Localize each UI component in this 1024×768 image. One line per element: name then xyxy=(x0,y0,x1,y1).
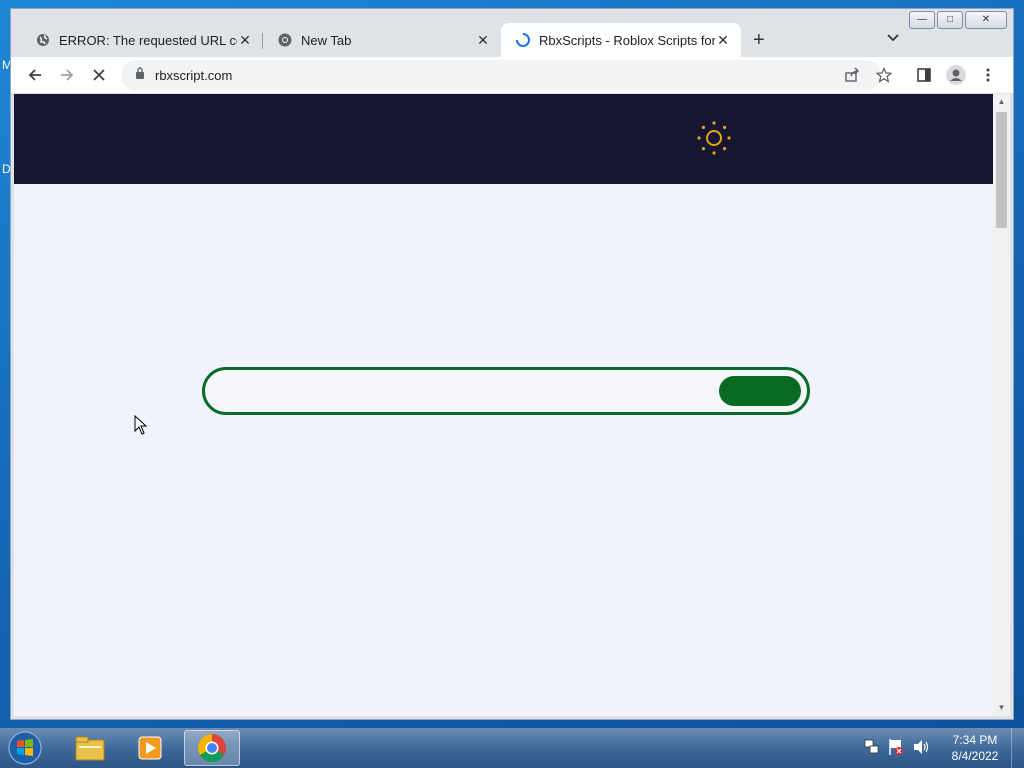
bookmark-star-icon[interactable] xyxy=(872,63,896,87)
tab-title: RbxScripts - Roblox Scripts for ev xyxy=(539,32,715,48)
close-tab-icon[interactable]: ✕ xyxy=(237,32,253,49)
page-viewport xyxy=(14,94,994,716)
tab-title: ERROR: The requested URL could xyxy=(59,32,237,48)
file-explorer-icon[interactable] xyxy=(62,730,118,766)
share-icon[interactable] xyxy=(840,63,864,87)
theme-toggle-sun-icon[interactable] xyxy=(696,120,732,156)
loading-spinner-icon xyxy=(515,32,531,48)
more-menu-icon[interactable] xyxy=(976,63,1000,87)
tab-new-tab[interactable]: New Tab ✕ xyxy=(263,23,501,57)
chrome-taskbar-icon[interactable] xyxy=(184,730,240,766)
show-desktop-button[interactable] xyxy=(1011,728,1024,768)
tab-error[interactable]: ERROR: The requested URL could ✕ xyxy=(21,23,263,57)
chrome-icon xyxy=(277,32,293,48)
clock-time: 7:34 PM xyxy=(952,733,998,747)
site-header xyxy=(14,94,994,184)
action-center-flag-icon[interactable] xyxy=(888,738,904,761)
system-tray xyxy=(864,738,930,761)
mouse-cursor-icon xyxy=(134,414,148,440)
scrollbar-thumb[interactable] xyxy=(996,112,1007,228)
tab-search-icon[interactable] xyxy=(887,31,899,45)
taskbar: 7:34 PM 8/4/2022 xyxy=(0,728,1024,768)
address-bar[interactable]: rbxscript.com xyxy=(121,60,881,90)
network-icon[interactable] xyxy=(864,738,880,761)
profile-avatar-icon[interactable] xyxy=(944,63,968,87)
clock-date: 8/4/2022 xyxy=(951,749,999,763)
browser-window: — □ ✕ ERROR: The requested URL could ✕ N… xyxy=(10,8,1014,720)
taskbar-clock[interactable]: 7:34 PM 8/4/2022 xyxy=(940,732,1010,764)
lock-icon[interactable] xyxy=(135,66,145,84)
windows-start-icon[interactable] xyxy=(6,730,44,766)
tab-title: New Tab xyxy=(301,32,352,48)
volume-icon[interactable] xyxy=(912,738,930,761)
vertical-scrollbar[interactable]: ▲ ▼ xyxy=(993,94,1010,716)
tab-strip: ERROR: The requested URL could ✕ New Tab… xyxy=(11,23,1013,57)
loading-bar xyxy=(202,367,810,415)
tab-rbxscripts[interactable]: RbxScripts - Roblox Scripts for ev ✕ xyxy=(501,23,741,57)
browser-toolbar: rbxscript.com xyxy=(11,57,1013,93)
scroll-down-arrow-icon[interactable]: ▼ xyxy=(993,700,1010,716)
new-tab-button[interactable]: + xyxy=(753,29,765,52)
forward-icon[interactable] xyxy=(55,63,79,87)
media-player-icon[interactable] xyxy=(122,730,178,766)
back-icon[interactable] xyxy=(23,63,47,87)
close-tab-icon[interactable]: ✕ xyxy=(715,32,731,49)
close-tab-icon[interactable]: ✕ xyxy=(475,32,491,49)
side-panel-icon[interactable] xyxy=(912,63,936,87)
url-text: rbxscript.com xyxy=(155,67,233,83)
scroll-up-arrow-icon[interactable]: ▲ xyxy=(993,94,1010,110)
globe-icon xyxy=(35,32,51,48)
loading-bar-fill xyxy=(719,376,801,406)
stop-loading-icon[interactable] xyxy=(87,63,111,87)
